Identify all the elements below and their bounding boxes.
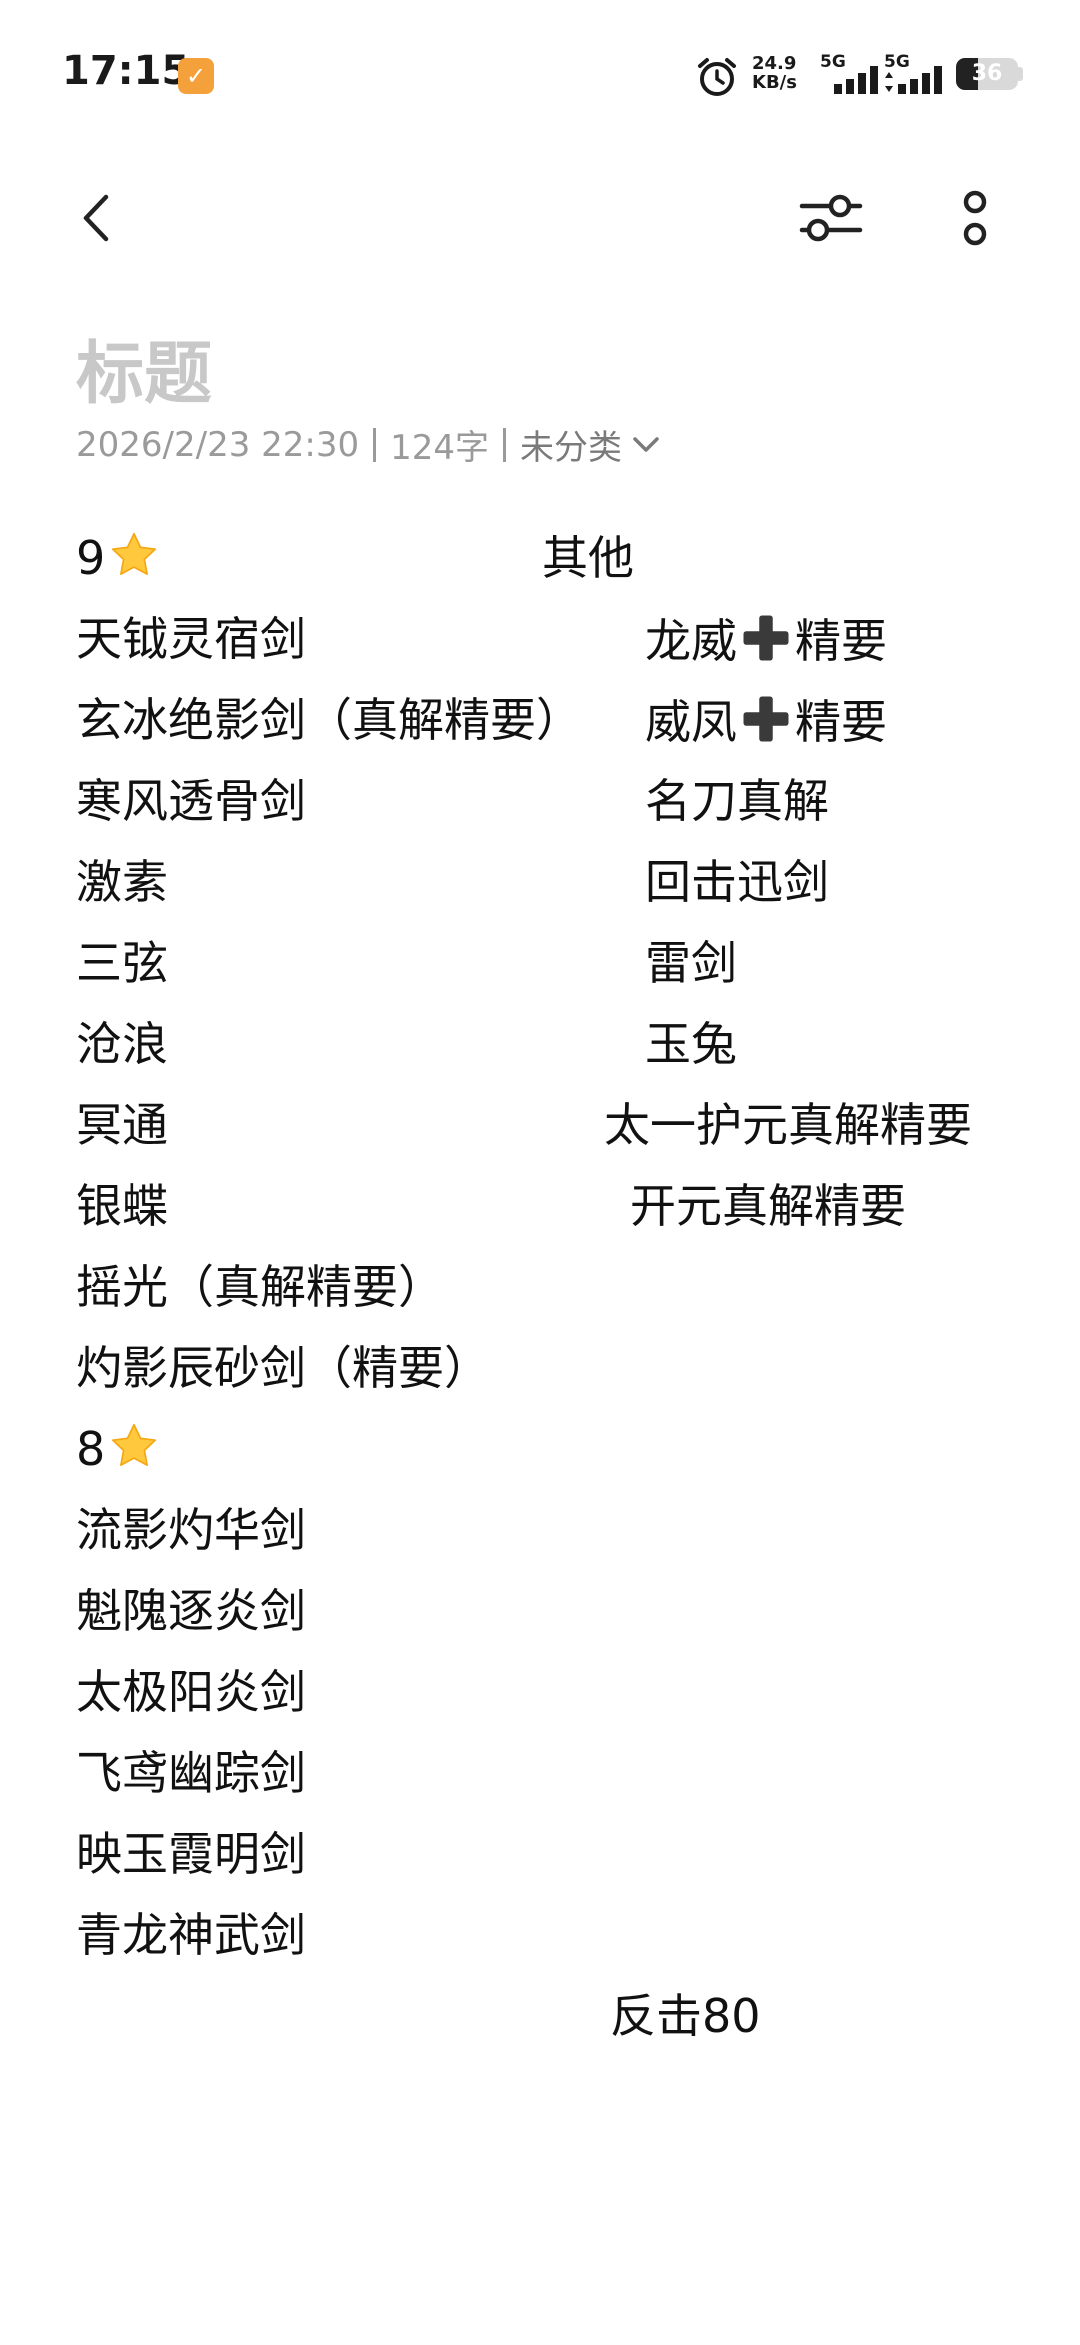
note-line-text: 精要	[795, 614, 887, 668]
note-line-left: 天钺灵宿剑	[76, 611, 306, 667]
network-speed-value: 24.9	[752, 53, 797, 74]
alarm-clock-icon	[698, 58, 736, 96]
back-button[interactable]	[72, 190, 120, 246]
note-line-text: 银蝶	[76, 1179, 168, 1233]
note-line-text: 龙威	[645, 614, 737, 668]
battery-tip	[1018, 67, 1023, 81]
note-date: 2026/2/23 22:30	[76, 424, 360, 465]
meta-divider	[503, 427, 507, 462]
note-line-text: 名刀真解	[645, 774, 829, 828]
battery-level: 36	[971, 61, 1003, 86]
note-line-text: 精要	[795, 695, 887, 749]
note-line-left: 玄冰绝影剑（真解精要）	[76, 692, 582, 748]
note-line-left: 青龙神武剑	[76, 1907, 306, 1963]
data-arrows-icon	[885, 72, 893, 92]
note-line-text: 9	[76, 531, 106, 585]
note-line-right: 太一护元真解精要	[604, 1097, 972, 1153]
note-line-text: 其他	[542, 531, 634, 585]
note-line-text: 激素	[76, 855, 168, 909]
note-line-right: 雷剑	[645, 935, 737, 991]
note-line-left: 摇光（真解精要）	[76, 1259, 444, 1315]
note-line-text: 冥通	[76, 1098, 168, 1152]
note-line-left: 映玉霞明剑	[76, 1826, 306, 1882]
note-line-right: 其他	[542, 530, 634, 586]
note-line-left: 灼影辰砂剑（精要）	[76, 1340, 490, 1396]
status-bar: 17:15 ✓ 24.9 KB/s 5G 5G 36	[0, 0, 1080, 140]
note-line-text: 玄冰绝影剑（真解精要）	[76, 693, 582, 747]
note-line-left: 冥通	[76, 1097, 168, 1153]
note-line-text: 8	[76, 1422, 106, 1476]
note-line-text: 回击迅剑	[645, 855, 829, 909]
more-options-button[interactable]	[950, 188, 1000, 250]
plus-emoji-icon	[743, 696, 789, 742]
note-line-text: 青龙神武剑	[76, 1908, 306, 1962]
star-emoji-icon	[112, 532, 157, 575]
note-line-right: 回击迅剑	[645, 854, 829, 910]
meta-divider	[373, 427, 377, 462]
battery-icon: 36	[956, 58, 1018, 90]
star-emoji-icon	[112, 1423, 157, 1466]
plus-emoji-icon	[743, 615, 789, 661]
category-selector[interactable]: 未分类	[520, 420, 660, 469]
note-line-left: 银蝶	[76, 1178, 168, 1234]
note-line-text: 灼影辰砂剑（精要）	[76, 1341, 490, 1395]
note-meta: 2026/2/23 22:30 124字 未分类	[76, 420, 660, 469]
chevron-down-icon	[633, 436, 659, 452]
note-line-text: 三弦	[76, 936, 168, 990]
status-time: 17:15	[62, 48, 190, 94]
note-line-left: 流影灼华剑	[76, 1502, 306, 1558]
note-line-text: 雷剑	[645, 936, 737, 990]
category-label: 未分类	[520, 428, 623, 468]
note-line-text: 飞鸢幽踪剑	[76, 1746, 306, 1800]
sliders-icon	[799, 194, 863, 242]
note-line-left: 8	[76, 1421, 159, 1477]
note-line-text: 魁隗逐炎剑	[76, 1584, 306, 1638]
sim2-signal: 5G	[884, 52, 964, 94]
note-line-text: 威凤	[645, 695, 737, 749]
note-line-text: 太极阳炎剑	[76, 1665, 306, 1719]
note-line-left: 三弦	[76, 935, 168, 991]
signal-bars-icon	[898, 66, 942, 94]
note-line-text: 流影灼华剑	[76, 1503, 306, 1557]
note-line-left: 太极阳炎剑	[76, 1664, 306, 1720]
note-word-count: 124字	[390, 428, 490, 468]
note-line-right: 龙威 精要	[645, 611, 887, 669]
note-line-text: 寒风透骨剑	[76, 774, 306, 828]
note-line-right: 名刀真解	[645, 773, 829, 829]
note-line-text: 映玉霞明剑	[76, 1827, 306, 1881]
note-line-left: 寒风透骨剑	[76, 773, 306, 829]
app-notification-icon: ✓	[178, 58, 214, 94]
note-line-text: 沧浪	[76, 1017, 168, 1071]
note-line-left: 魁隗逐炎剑	[76, 1583, 306, 1639]
note-line-text: 摇光（真解精要）	[76, 1260, 444, 1314]
note-line-text: 开元真解精要	[630, 1179, 906, 1233]
signal-bars-icon	[834, 66, 878, 94]
note-line-right: 开元真解精要	[630, 1178, 906, 1234]
note-line-footer: 反击80	[610, 1989, 761, 2043]
note-line-right: 威凤 精要	[645, 692, 887, 750]
format-settings-button[interactable]	[798, 188, 864, 248]
network-speed: 24.9 KB/s	[752, 54, 804, 92]
chevron-left-icon	[83, 194, 109, 242]
note-line-left: 激素	[76, 854, 168, 910]
note-title[interactable]: 标题	[76, 318, 212, 417]
note-line-left: 沧浪	[76, 1016, 168, 1072]
note-line-text: 太一护元真解精要	[604, 1098, 972, 1152]
note-line-left: 飞鸢幽踪剑	[76, 1745, 306, 1801]
note-line-text: 玉兔	[645, 1017, 737, 1071]
note-line-right: 玉兔	[645, 1016, 737, 1072]
more-vertical-icon	[963, 190, 987, 246]
network-speed-unit: KB/s	[752, 72, 797, 93]
note-line-left: 9	[76, 530, 159, 586]
note-line-text: 天钺灵宿剑	[76, 612, 306, 666]
